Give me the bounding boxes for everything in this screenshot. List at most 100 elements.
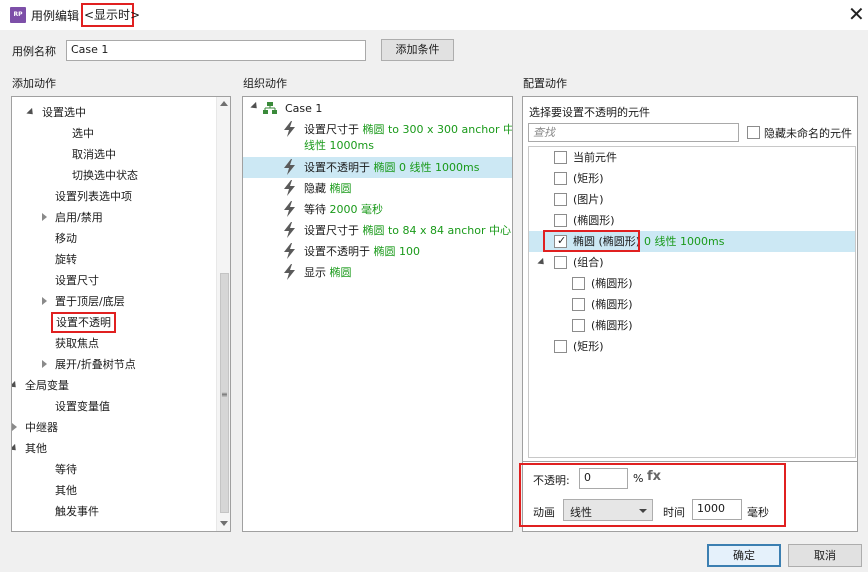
add-action-item[interactable]: 选中 — [12, 123, 216, 144]
close-icon[interactable]: ✕ — [848, 2, 865, 26]
collapsed-icon[interactable] — [42, 213, 47, 221]
fx-icon[interactable]: fx — [647, 469, 661, 484]
action-text: 隐藏 椭圆 — [304, 178, 352, 199]
organize-action-item[interactable]: 隐藏 椭圆 — [243, 178, 512, 199]
widget-search-input[interactable]: 查找 — [528, 123, 739, 142]
add-action-item[interactable]: 设置尺寸 — [12, 270, 216, 291]
scroll-up-icon[interactable] — [220, 101, 228, 106]
add-action-item[interactable]: 启用/禁用 — [12, 207, 216, 228]
organize-action-item[interactable]: 显示 椭圆 — [243, 262, 512, 283]
widget-tree: 当前元件 (矩形) (图片) (椭圆形) ✓ 椭圆 (椭圆形) 0 线性 1000ms (组合… — [528, 146, 856, 458]
collapsed-icon[interactable] — [42, 360, 47, 368]
scroll-down-icon[interactable] — [220, 521, 228, 526]
add-action-label: 设置不透明 — [51, 312, 116, 333]
collapsed-icon[interactable] — [42, 297, 47, 305]
add-condition-button[interactable]: 添加条件 — [381, 39, 454, 61]
time-input[interactable]: 1000 — [692, 499, 742, 520]
widget-item[interactable]: (椭圆形) — [529, 294, 855, 315]
expanded-icon[interactable] — [12, 380, 19, 391]
add-action-label: 置于顶层/底层 — [55, 295, 125, 308]
add-action-label: 获取焦点 — [55, 337, 99, 350]
organize-action-item[interactable]: 设置尺寸于 椭圆 to 300 x 300 anchor 中心 线性 1000ms — [243, 119, 512, 157]
widget-checkbox[interactable] — [554, 151, 567, 164]
add-action-item[interactable]: 切换选中状态 — [12, 165, 216, 186]
opacity-input[interactable]: 0 — [579, 468, 628, 489]
widget-item[interactable]: (椭圆形) — [529, 315, 855, 336]
widget-item[interactable]: (椭圆形) — [529, 210, 855, 231]
add-action-item[interactable]: 置于顶层/底层 — [12, 291, 216, 312]
widget-checkbox[interactable] — [554, 340, 567, 353]
add-actions-scrollbar[interactable]: ≡ — [216, 97, 230, 531]
add-action-item[interactable]: 设置选中 — [12, 102, 216, 123]
chevron-down-icon — [639, 509, 647, 513]
expanded-icon[interactable] — [26, 107, 36, 118]
add-action-item[interactable]: 设置变量值 — [12, 396, 216, 417]
expanded-icon[interactable] — [12, 443, 19, 454]
add-action-item[interactable]: 旋转 — [12, 249, 216, 270]
add-action-label: 触发事件 — [55, 505, 99, 518]
organize-action-item[interactable]: 设置不透明于 椭圆 0 线性 1000ms — [243, 157, 512, 178]
organize-action-item[interactable]: 设置不透明于 椭圆 100 — [243, 241, 512, 262]
time-label: 时间 — [663, 506, 685, 519]
action-text-continued: 线性 1000ms — [304, 139, 374, 152]
add-action-item[interactable]: 设置不透明 — [12, 312, 216, 333]
app-logo-icon: RP — [10, 7, 26, 23]
widget-item[interactable]: (图片) — [529, 189, 855, 210]
widget-checkbox[interactable] — [554, 193, 567, 206]
add-action-label: 全局变量 — [25, 379, 69, 392]
widget-checkbox[interactable] — [554, 172, 567, 185]
widget-label: 当前元件 — [573, 151, 617, 164]
organize-action-item[interactable]: 设置尺寸于 椭圆 to 84 x 84 anchor 中心 — [243, 220, 512, 241]
time-unit: 毫秒 — [747, 506, 769, 519]
add-action-item[interactable]: 取消选中 — [12, 144, 216, 165]
animation-select-value: 线性 — [570, 506, 592, 519]
add-action-label: 切换选中状态 — [72, 169, 138, 182]
widget-item[interactable]: (椭圆形) — [529, 273, 855, 294]
lightning-icon — [283, 201, 297, 217]
cancel-button[interactable]: 取消 — [788, 544, 862, 567]
widget-item[interactable]: (组合) — [529, 252, 855, 273]
configure-panel: 选择要设置不透明的元件 查找 隐藏未命名的元件 当前元件 (矩形) (图片) (椭圆形… — [522, 96, 858, 462]
widget-item[interactable]: (矩形) — [529, 168, 855, 189]
widget-label: (矩形) — [573, 340, 604, 353]
add-action-item[interactable]: 中继器 — [12, 417, 216, 438]
widget-checkbox[interactable] — [572, 298, 585, 311]
add-action-label: 设置列表选中项 — [55, 190, 132, 203]
add-action-item[interactable]: 获取焦点 — [12, 333, 216, 354]
add-actions-header: 添加动作 — [12, 77, 56, 90]
lightning-icon — [283, 121, 297, 137]
action-text: 设置尺寸于 椭圆 to 84 x 84 anchor 中心 — [304, 220, 511, 241]
organize-action-item[interactable]: 等待 2000 毫秒 — [243, 199, 512, 220]
widget-label: (椭圆形) — [591, 298, 633, 311]
widget-item[interactable]: 当前元件 — [529, 147, 855, 168]
hide-unnamed-checkbox[interactable] — [747, 126, 760, 139]
add-action-item[interactable]: 全局变量 — [12, 375, 216, 396]
add-action-item[interactable]: 触发事件 — [12, 501, 216, 522]
widget-checkbox[interactable] — [554, 256, 567, 269]
collapsed-icon[interactable] — [12, 423, 17, 431]
add-action-item[interactable]: 等待 — [12, 459, 216, 480]
add-action-item[interactable]: 其他 — [12, 438, 216, 459]
add-action-label: 其他 — [25, 442, 47, 455]
add-action-item[interactable]: 设置列表选中项 — [12, 186, 216, 207]
add-actions-tree: 设置选中 选中取消选中切换选中状态设置列表选中项 启用/禁用移动旋转设置尺寸置于顶层… — [12, 102, 216, 528]
widget-checkbox[interactable] — [572, 319, 585, 332]
add-action-item[interactable]: 其他 — [12, 480, 216, 501]
add-action-label: 启用/禁用 — [55, 211, 103, 224]
ok-button[interactable]: 确定 — [707, 544, 781, 567]
widget-item[interactable]: (矩形) — [529, 336, 855, 357]
widget-action-summary: 0 线性 1000ms — [644, 235, 725, 248]
add-action-item[interactable]: 展开/折叠树节点 — [12, 354, 216, 375]
add-action-label: 设置尺寸 — [55, 274, 99, 287]
animation-select[interactable]: 线性 — [563, 499, 653, 521]
add-action-label: 设置变量值 — [55, 400, 110, 413]
widget-checkbox[interactable] — [554, 214, 567, 227]
widget-checkbox[interactable] — [572, 277, 585, 290]
add-action-label: 旋转 — [55, 253, 77, 266]
action-text: 等待 2000 毫秒 — [304, 199, 383, 220]
case-name-input[interactable]: Case 1 — [66, 40, 366, 61]
expanded-icon[interactable] — [537, 257, 547, 268]
action-verb: 设置尺寸于 — [304, 224, 363, 237]
add-action-label: 取消选中 — [72, 148, 116, 161]
add-action-item[interactable]: 移动 — [12, 228, 216, 249]
